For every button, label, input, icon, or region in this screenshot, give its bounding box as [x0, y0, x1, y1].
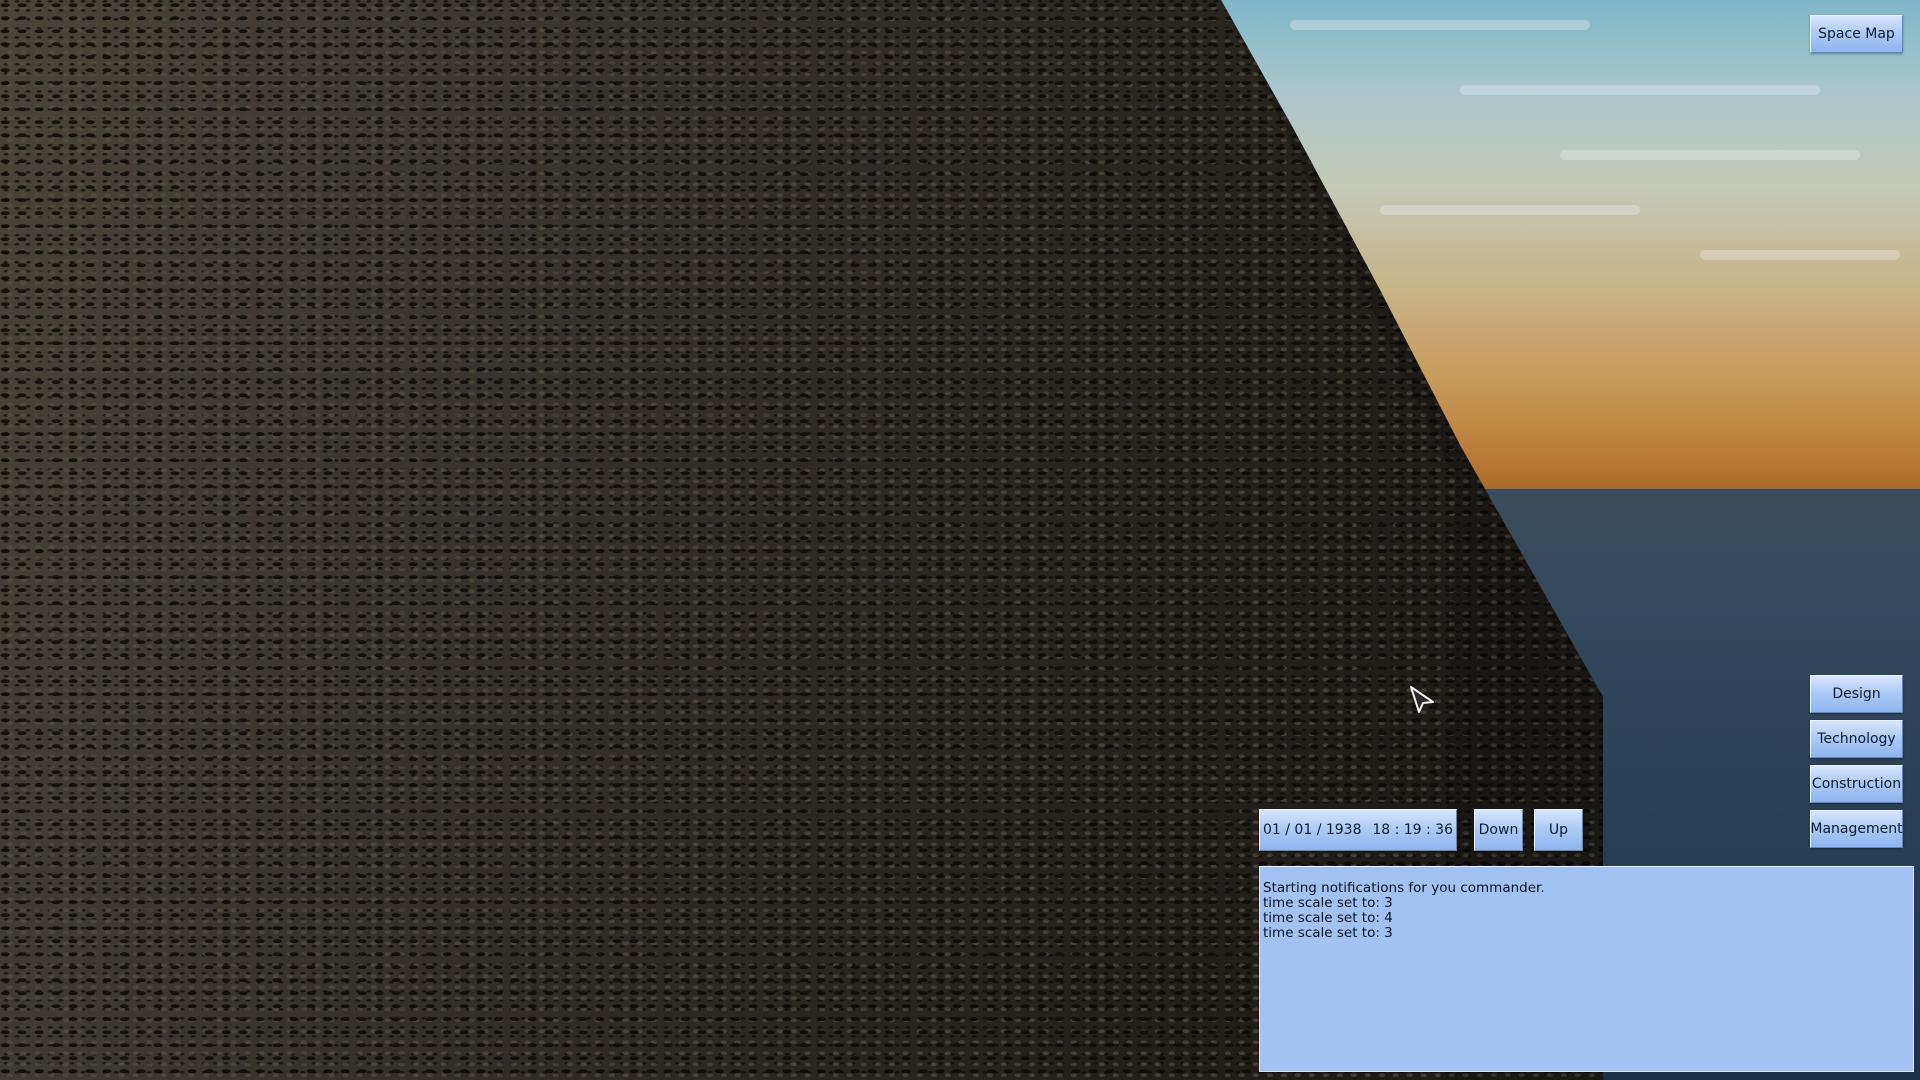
notification-line: time scale set to: 3 [1263, 895, 1393, 911]
space-map-button[interactable]: Space Map [1810, 15, 1903, 53]
notifications-log[interactable]: Starting notifications for you commander… [1259, 866, 1914, 1072]
notification-line: Starting notifications for you commander… [1263, 880, 1545, 896]
arrow-cursor-icon [1410, 686, 1434, 713]
notification-line: time scale set to: 3 [1263, 925, 1393, 941]
date-time-display: 01 / 01 / 1938 18 : 19 : 36 [1259, 809, 1457, 851]
cloud [1700, 250, 1900, 260]
technology-button[interactable]: Technology [1810, 720, 1903, 758]
time-scale-down-button[interactable]: Down [1474, 809, 1523, 851]
management-button[interactable]: Management [1810, 810, 1903, 848]
cloud [1290, 20, 1590, 30]
time-readout: 18 : 19 : 36 [1372, 822, 1453, 838]
cloud [1380, 205, 1640, 215]
time-scale-up-button[interactable]: Up [1534, 809, 1583, 851]
construction-button[interactable]: Construction [1810, 765, 1903, 803]
cloud [1460, 85, 1820, 95]
notification-line: time scale set to: 4 [1263, 910, 1393, 926]
cloud [1560, 150, 1860, 160]
design-button[interactable]: Design [1810, 675, 1903, 713]
date-readout: 01 / 01 / 1938 [1263, 822, 1362, 838]
